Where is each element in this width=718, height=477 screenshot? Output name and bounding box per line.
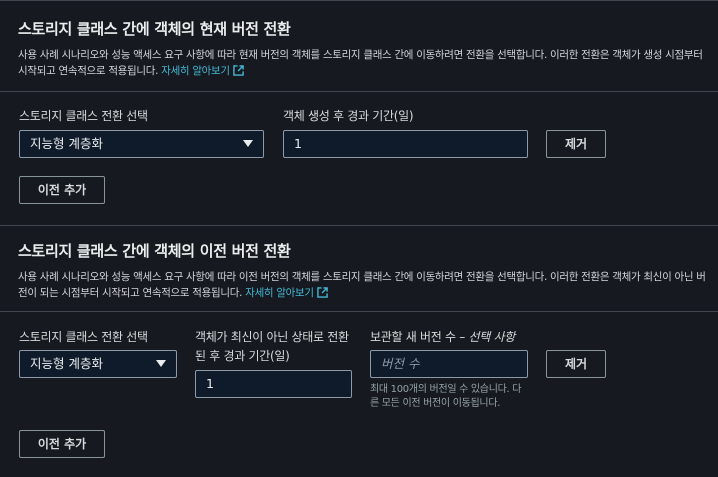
versions-hint-line1: 최대 100개의 버전일 수 있습니다. 다 [370,384,522,395]
current-remove-button[interactable]: 제거 [546,130,606,158]
current-storage-class-select[interactable]: 지능형 계층화 [19,130,264,158]
current-add-transition-button[interactable]: 이전 추가 [19,176,105,204]
noncurrent-desc-line2-text: 전이 되는 시점부터 시작되고 연속적으로 적용됩니다. [18,287,243,299]
current-desc-line2-text: 시작되고 연속적으로 적용됩니다. [18,65,159,77]
current-days-input[interactable]: 1 [283,130,528,158]
noncurrent-add-transition-button[interactable]: 이전 추가 [19,430,105,458]
noncurrent-learn-more-text: 자세히 알아보기 [245,287,314,299]
versions-label-text: 보관할 새 버전 수 – [370,330,469,344]
noncurrent-storage-class-label: 스토리지 클래스 전환 선택 [19,330,148,344]
current-learn-more-link[interactable]: 자세히 알아보기 [161,65,244,77]
noncurrent-versions-label: 보관할 새 버전 수 – 선택 사항 [370,328,515,345]
current-desc-line2: 시작되고 연속적으로 적용됩니다. 자세히 알아보기 [18,63,718,79]
versions-optional-text: 선택 사항 [468,330,515,344]
noncurrent-section-divider [0,311,718,312]
top-divider [0,0,718,1]
noncurrent-versions-hint: 최대 100개의 버전일 수 있습니다. 다 른 모든 이전 버전이 이동됩니다… [370,383,540,411]
current-learn-more-text: 자세히 알아보기 [161,65,230,77]
noncurrent-versions-input[interactable]: 버전 수 [370,350,528,378]
current-desc-line1: 사용 사례 시나리오와 성능 액세스 요구 사항에 따라 현재 버전의 객체를 … [18,49,703,61]
external-link-icon [232,65,244,76]
caret-down-icon [155,351,167,386]
noncurrent-learn-more-link[interactable]: 자세히 알아보기 [245,287,328,299]
noncurrent-days-label-line2: 된 후 경과 기간(일) [195,349,290,363]
current-storage-class-label: 스토리지 클래스 전환 선택 [19,109,148,123]
noncurrent-section-title: 스토리지 클래스 간에 객체의 이전 버전 전환 [18,242,291,260]
current-section-divider [0,91,718,92]
noncurrent-storage-class-value: 지능형 계층화 [30,356,103,371]
noncurrent-desc-line2: 전이 되는 시점부터 시작되고 연속적으로 적용됩니다. 자세히 알아보기 [18,285,718,301]
current-section-description: 사용 사례 시나리오와 성능 액세스 요구 사항에 따라 현재 버전의 객체를 … [18,47,718,79]
noncurrent-section-description: 사용 사례 시나리오와 성능 액세스 요구 사항에 따라 이전 버전의 객체를 … [18,269,718,301]
noncurrent-storage-class-select[interactable]: 지능형 계층화 [19,350,177,378]
external-link-icon [316,287,328,298]
current-section-title: 스토리지 클래스 간에 객체의 현재 버전 전환 [18,20,291,38]
noncurrent-desc-line1: 사용 사례 시나리오와 성능 액세스 요구 사항에 따라 이전 버전의 객체를 … [18,271,706,283]
current-days-label: 객체 생성 후 경과 기간(일) [283,109,414,123]
noncurrent-days-input[interactable]: 1 [195,370,352,398]
noncurrent-days-label-line1: 객체가 최신이 아닌 상태로 전환 [195,330,349,344]
noncurrent-days-label: 객체가 최신이 아닌 상태로 전환 된 후 경과 기간(일) [195,328,349,366]
caret-down-icon [242,131,254,166]
versions-hint-line2: 른 모든 이전 버전이 이동됩니다. [370,398,501,409]
noncurrent-remove-button[interactable]: 제거 [546,350,606,378]
current-storage-class-value: 지능형 계층화 [30,136,103,151]
